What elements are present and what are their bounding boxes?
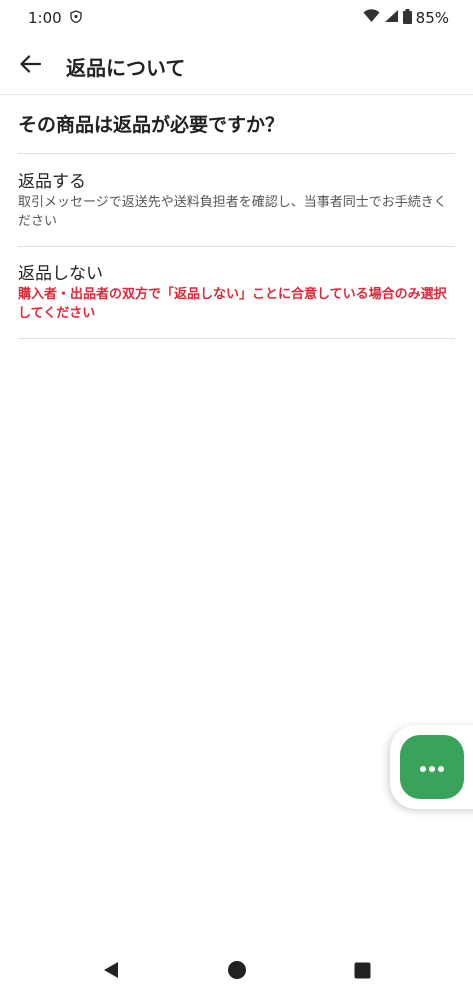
more-dots-icon	[419, 758, 445, 777]
nav-recents-icon	[354, 962, 371, 983]
battery-percent: 85%	[415, 9, 449, 27]
nav-home-icon	[227, 960, 247, 984]
option-title: 返品しない	[18, 264, 103, 284]
option-title: 返品する	[18, 172, 86, 192]
question-heading: その商品は返品が必要ですか？	[18, 114, 285, 136]
system-nav-bar	[0, 945, 473, 999]
status-right: 85%	[363, 8, 449, 28]
divider	[18, 338, 455, 339]
arrow-left-icon	[19, 55, 42, 77]
signal-icon	[384, 9, 399, 27]
wifi-icon	[363, 9, 380, 27]
page-title: 返品について	[66, 55, 186, 80]
status-left: 1:00	[28, 9, 82, 27]
option-return[interactable]: 返品する 取引メッセージで返送先や送料負担者を確認し、当事者同士でお手続きくださ…	[18, 171, 455, 231]
status-bar: 1:00 85%	[0, 0, 473, 36]
nav-back-icon	[102, 961, 120, 983]
nav-back-button[interactable]	[48, 945, 174, 999]
battery-icon	[402, 8, 412, 28]
nav-home-button[interactable]	[174, 945, 300, 999]
back-button[interactable]	[2, 38, 58, 94]
more-button[interactable]	[400, 735, 464, 799]
fab-container	[390, 725, 473, 809]
app-bar: 返品について	[0, 38, 473, 95]
divider	[18, 153, 455, 154]
nav-recents-button[interactable]	[300, 945, 426, 999]
option-no-return[interactable]: 返品しない 購入者・出品者の双方で「返品しない」ことに合意している場合のみ選択し…	[18, 263, 455, 323]
status-time: 1:00	[28, 9, 62, 27]
option-warning-description: 購入者・出品者の双方で「返品しない」ことに合意している場合のみ選択してください	[18, 287, 447, 321]
option-description: 取引メッセージで返送先や送料負担者を確認し、当事者同士でお手続きください	[18, 195, 447, 229]
divider	[18, 246, 455, 247]
shield-icon	[69, 9, 82, 27]
